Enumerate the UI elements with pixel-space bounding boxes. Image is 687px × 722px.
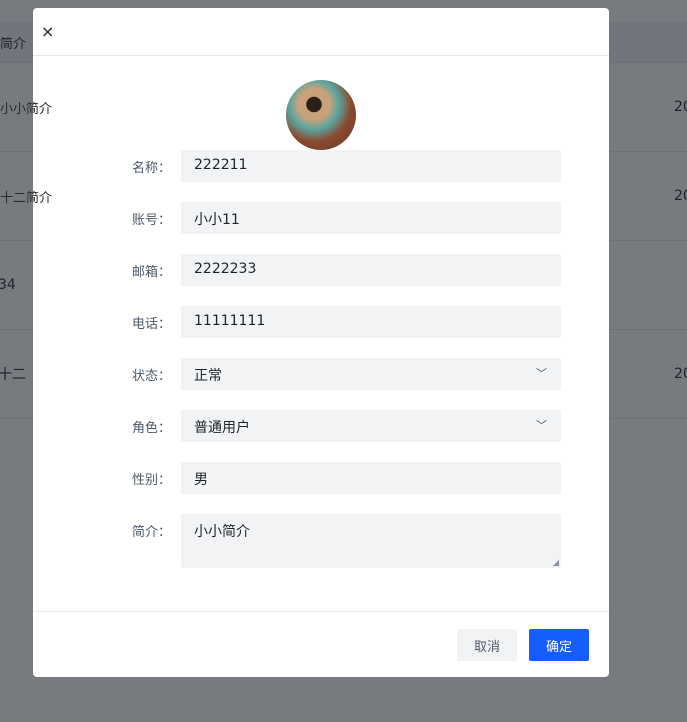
form-item-email: 邮箱： 2222233 <box>33 254 609 286</box>
form-item-intro: 简介： 小小简介 ◢ <box>33 514 609 568</box>
field-label: 角色： <box>131 421 171 436</box>
field-label: 账号： <box>131 213 171 228</box>
status-select[interactable]: 正常 ﹀ <box>181 358 561 390</box>
chevron-down-icon: ﹀ <box>536 419 547 432</box>
edit-user-modal: × 名称： 222211 账号： 小小11 邮箱： 2222233 电话： 111111… <box>33 8 609 677</box>
chevron-down-icon: ﹀ <box>536 367 547 380</box>
field-label: 名称： <box>131 161 171 176</box>
name-input[interactable]: 222211 <box>181 150 561 182</box>
form-item-status: 状态： 正常 ﹀ <box>33 358 609 390</box>
field-label: 邮箱： <box>131 265 171 280</box>
status-value: 正常 <box>194 368 222 384</box>
account-input[interactable]: 小小11 <box>181 202 561 234</box>
confirm-button[interactable]: 确定 <box>529 629 589 661</box>
modal-footer: 取消 确定 <box>33 611 609 677</box>
field-label: 性别： <box>131 473 171 488</box>
role-value: 普通用户 <box>194 420 250 436</box>
avatar[interactable] <box>286 80 356 150</box>
email-input[interactable]: 2222233 <box>181 254 561 286</box>
form-item-phone: 电话： 11111111 <box>33 306 609 338</box>
phone-input[interactable]: 11111111 <box>181 306 561 338</box>
gender-input[interactable]: 男 <box>181 462 561 494</box>
intro-value: 小小简介 <box>194 524 250 540</box>
cell-intro: 小小简介 <box>0 101 53 117</box>
form-item-account: 账号： 小小11 <box>33 202 609 234</box>
modal-header: × <box>33 8 609 56</box>
field-label: 简介： <box>131 525 171 540</box>
role-select[interactable]: 普通用户 ﹀ <box>181 410 561 442</box>
intro-textarea[interactable]: 小小简介 ◢ <box>181 514 561 568</box>
resize-handle-icon[interactable]: ◢ <box>553 558 559 567</box>
form-item-gender: 性别： 男 <box>33 462 609 494</box>
close-icon[interactable]: × <box>41 22 54 41</box>
cell-intro: 十二简介 <box>0 190 53 206</box>
form-item-name: 名称： 222211 <box>33 150 609 182</box>
cancel-button[interactable]: 取消 <box>457 629 517 661</box>
form-item-role: 角色： 普通用户 ﹀ <box>33 410 609 442</box>
field-label: 状态： <box>131 369 171 384</box>
field-label: 电话： <box>131 317 171 332</box>
